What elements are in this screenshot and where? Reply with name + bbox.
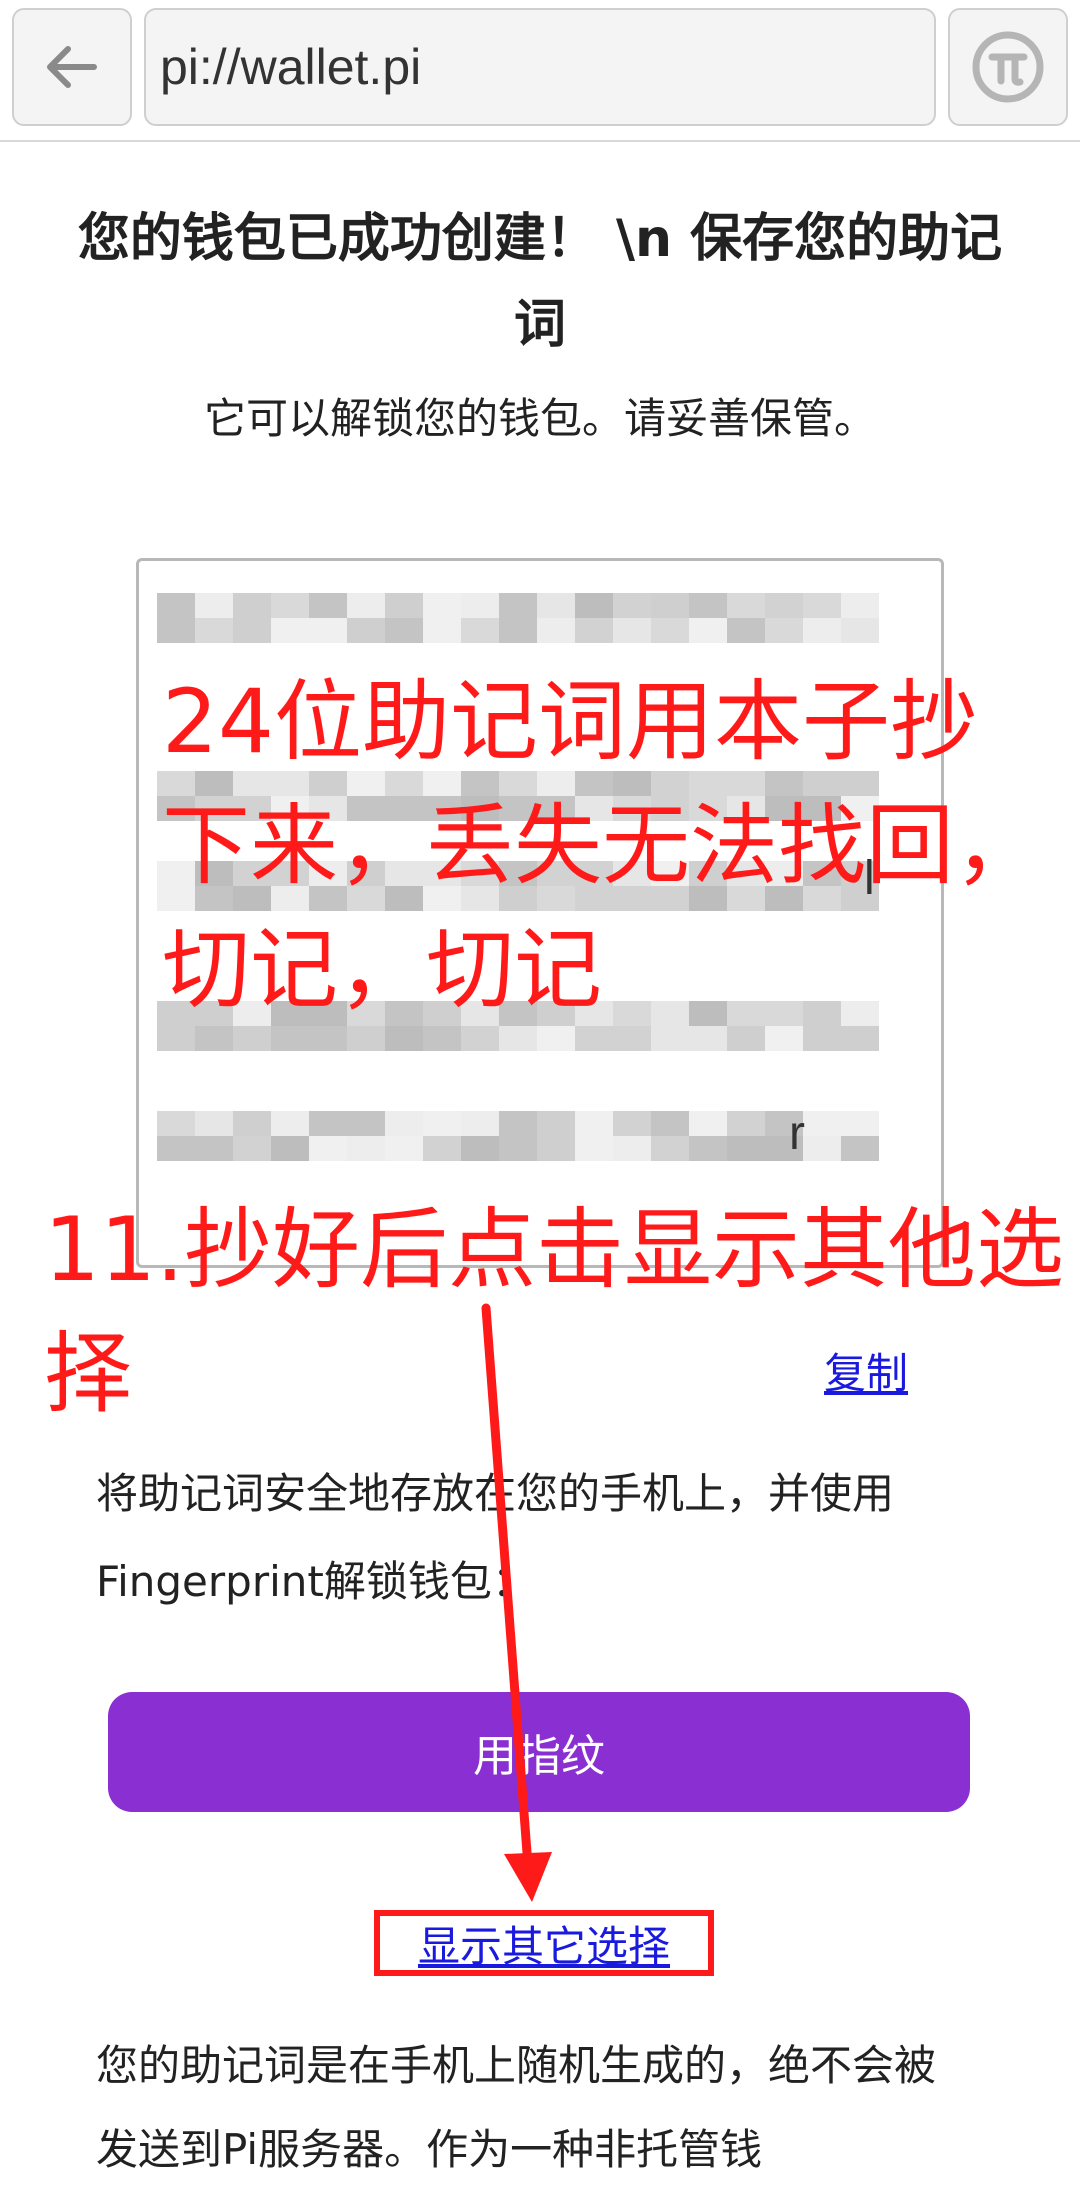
fingerprint-button[interactable]: 用指纹 (108, 1692, 970, 1812)
fingerprint-description: 将助记词安全地存放在您的手机上，并使用Fingerprint解锁钱包： (96, 1469, 895, 1606)
show-more-options-link[interactable]: 显示其它选择 (418, 1913, 670, 1974)
browser-toolbar: pi://wallet.pi (0, 0, 1080, 142)
annotation-highlight-box: 显示其它选择 (374, 1910, 714, 1976)
pi-browser-button[interactable] (948, 8, 1068, 126)
annotation-note-1: 24位助记词用本子抄下来，丢失无法找回，切记，切记 (162, 670, 1043, 1021)
arrow-left-icon (47, 46, 97, 88)
page-title: 您的钱包已成功创建！ \n 保存您的助记词 (77, 209, 1003, 355)
bottom-explanation: 您的助记词是在手机上随机生成的，绝不会被发送到Pi服务器。作为一种非托管钱 (96, 2041, 937, 2174)
url-bar[interactable]: pi://wallet.pi (144, 8, 936, 126)
back-button[interactable] (12, 8, 132, 126)
pi-logo-icon (972, 31, 1044, 103)
page-subtitle: 它可以解锁您的钱包。请妥善保管。 (203, 394, 876, 443)
annotation-note-2: 11.抄好后点击显示其他选择 (44, 1198, 1064, 1425)
blurred-words-row (157, 1111, 897, 1161)
mnemonic-fragment: r (789, 1107, 805, 1160)
blurred-words-row (157, 593, 897, 643)
copy-link[interactable]: 复制 (824, 1340, 908, 1401)
url-text: pi://wallet.pi (160, 39, 422, 95)
